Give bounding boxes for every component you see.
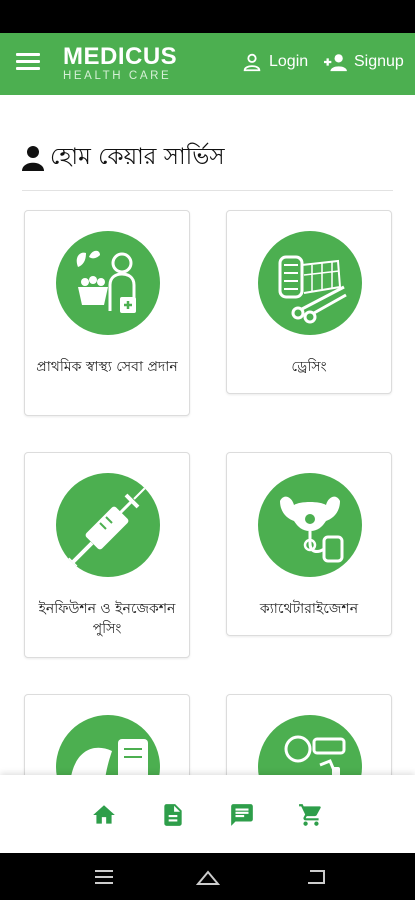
user-icon [243, 53, 261, 72]
service-card-dressing[interactable]: ড্রেসিং [226, 210, 392, 394]
bandage-scissors-icon [258, 231, 362, 335]
service-label: ড্রেসিং [291, 359, 327, 375]
service-label: প্রাথমিক স্বাস্থ্য সেবা প্রদান [36, 359, 178, 375]
service-card-infusion[interactable]: ইনফিউশন ও ইনজেকশন পুসিং [24, 452, 190, 658]
cart-icon[interactable] [298, 802, 324, 828]
catheter-icon [258, 473, 362, 577]
service-label: ক্যাথেটারাইজেশন [259, 601, 359, 617]
person-icon [22, 145, 44, 171]
service-label: ইনফিউশন ও ইনজেকশন পুসিং [38, 601, 176, 637]
bottom-nav [0, 775, 415, 853]
app-bar: MEDICUS HEALTH CARE Login Signup [0, 33, 415, 95]
signup-label: Signup [354, 53, 404, 70]
recent-apps-icon[interactable] [92, 865, 116, 889]
chat-icon[interactable] [229, 802, 255, 828]
login-button[interactable]: Login [241, 50, 308, 74]
divider [22, 190, 393, 191]
brand-tagline: HEALTH CARE [63, 70, 172, 82]
brand-name: MEDICUS [63, 43, 178, 70]
syringe-icon [56, 473, 160, 577]
service-card-primary-care[interactable]: প্রাথমিক স্বাস্থ্য সেবা প্রদান [24, 210, 190, 416]
page-title-text: হোম কেয়ার সার্ভিস [50, 144, 225, 170]
service-card-catheterization[interactable]: ক্যাথেটারাইজেশন [226, 452, 392, 636]
page-title: হোম কেয়ার সার্ভিস [22, 138, 225, 177]
menu-icon[interactable] [16, 53, 40, 73]
add-user-icon [324, 54, 347, 72]
system-home-icon[interactable] [195, 865, 221, 889]
status-bar [0, 0, 415, 33]
home-icon[interactable] [91, 802, 117, 828]
login-label: Login [269, 53, 309, 70]
signup-button[interactable]: Signup [322, 50, 404, 74]
document-icon[interactable] [160, 802, 186, 828]
doctor-care-icon [56, 231, 160, 335]
system-nav-bar [0, 853, 415, 900]
brand-logo[interactable]: MEDICUS HEALTH CARE [63, 44, 177, 83]
back-icon[interactable] [304, 865, 328, 889]
